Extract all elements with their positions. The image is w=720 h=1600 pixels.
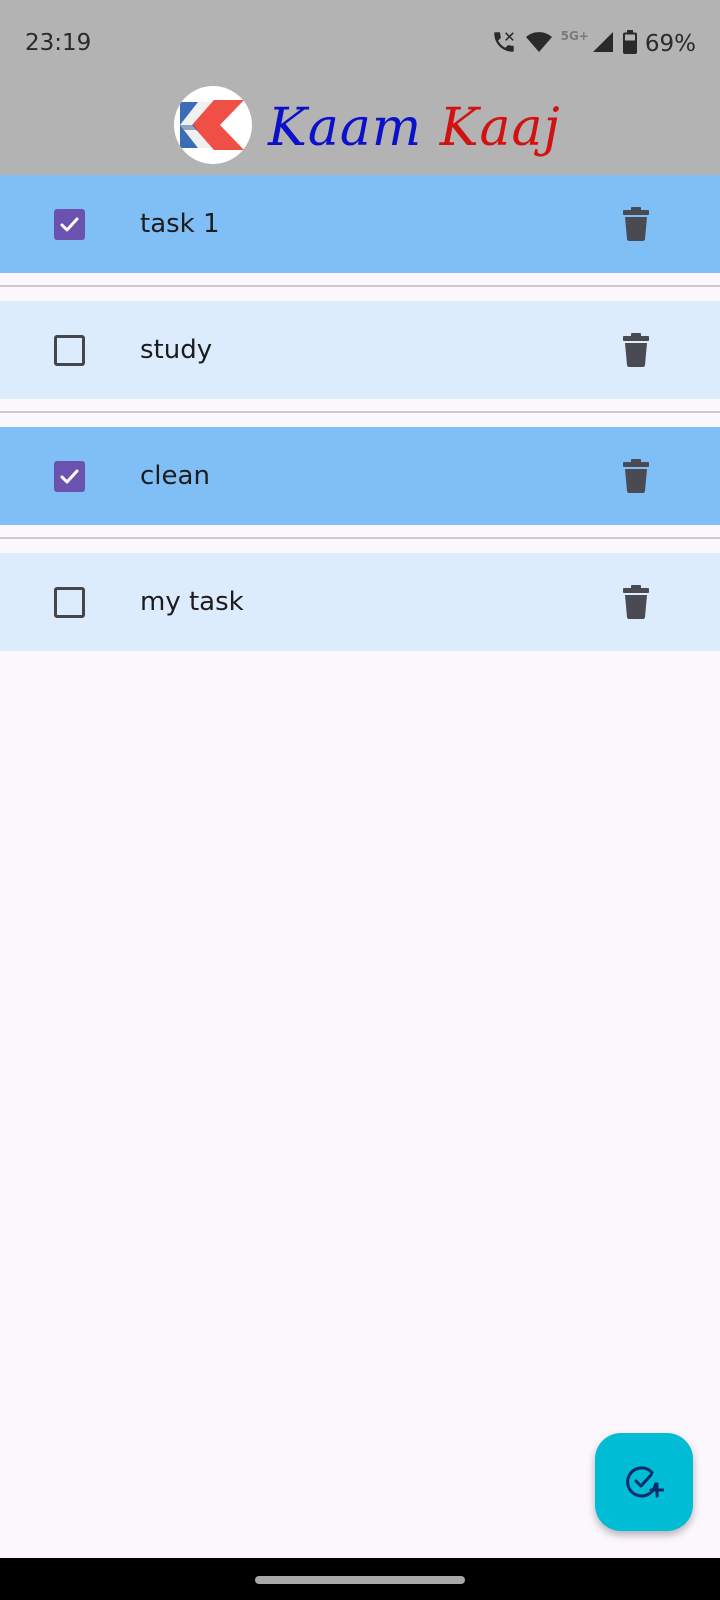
checkmark-icon (60, 469, 79, 484)
home-gesture-handle[interactable] (255, 1576, 465, 1584)
divider (0, 273, 720, 301)
add-task-button[interactable] (595, 1433, 693, 1531)
task-label: clean (140, 461, 210, 491)
app-title-word2: Kaaj (439, 98, 561, 158)
task-checkbox[interactable] (54, 209, 85, 240)
delete-icon[interactable] (623, 585, 649, 619)
task-row[interactable]: study (0, 301, 720, 399)
add-task-icon (626, 1466, 664, 1498)
task-row[interactable]: my task (0, 553, 720, 651)
status-icons: 5G+ 69% (491, 28, 696, 60)
app-title-word1: Kaam (268, 98, 423, 158)
app-header: 23:19 5G+ 69% Kaam Kaaj (0, 0, 720, 175)
task-label: task 1 (140, 209, 220, 239)
wifi-icon (525, 30, 553, 58)
delete-icon[interactable] (623, 333, 649, 367)
app-logo (174, 86, 252, 164)
delete-icon[interactable] (623, 207, 649, 241)
task-checkbox[interactable] (54, 587, 85, 618)
task-checkbox[interactable] (54, 335, 85, 366)
status-time: 23:19 (25, 30, 92, 56)
task-checkbox[interactable] (54, 461, 85, 492)
battery-icon (622, 30, 637, 58)
task-label: study (140, 335, 213, 365)
cellular-signal-icon (591, 30, 615, 58)
network-type-label: 5G+ (560, 29, 589, 43)
task-row[interactable]: clean (0, 427, 720, 525)
app-title: Kaam Kaaj (268, 86, 561, 170)
delete-icon[interactable] (623, 459, 649, 493)
task-list: task 1 study clean my task (0, 175, 720, 651)
task-row[interactable]: task 1 (0, 175, 720, 273)
divider (0, 399, 720, 427)
system-nav-bar (0, 1558, 720, 1600)
battery-percent: 69% (644, 31, 696, 57)
task-label: my task (140, 587, 244, 617)
wifi-calling-icon (491, 29, 517, 59)
divider (0, 525, 720, 553)
checkmark-icon (60, 217, 79, 232)
